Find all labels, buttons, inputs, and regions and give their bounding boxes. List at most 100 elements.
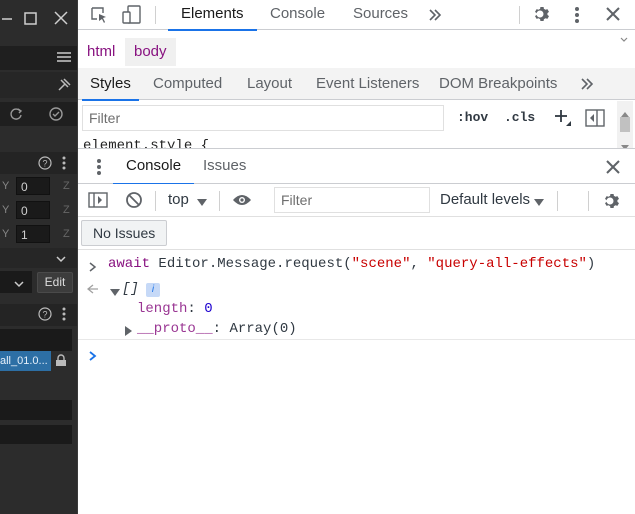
breadcrumb-body[interactable]: body [125, 38, 176, 66]
tab-label: Elements [181, 5, 244, 22]
axis-label: Y [2, 228, 10, 240]
device-toolbar-icon[interactable] [122, 5, 142, 28]
more-tabs-icon[interactable] [580, 77, 594, 94]
tab-label: Styles [90, 75, 131, 92]
prop-value: 0 [204, 301, 213, 317]
editor-side-panel: ? Y 0 Z Y 0 Z Y 1 Z Edit ? all_01.0... [0, 0, 77, 514]
new-style-rule-icon[interactable] [554, 109, 572, 130]
prop-key: __proto__ [137, 321, 213, 337]
info-icon[interactable]: i [146, 283, 160, 297]
breadcrumb: html body [78, 38, 635, 68]
show-sidebar-icon[interactable] [88, 191, 108, 212]
expand-triangle-icon[interactable] [110, 284, 120, 300]
issues-bar: No Issues [78, 217, 635, 250]
console-message-group: await Editor.Message.request("scene", "q… [78, 251, 635, 340]
no-issues-button[interactable]: No Issues [81, 220, 168, 246]
console-toolbar: top Filter Default levels [78, 184, 635, 217]
dropdown-arrow-icon [197, 194, 207, 211]
maximize-icon[interactable] [24, 12, 37, 28]
console-prompt[interactable] [78, 341, 635, 365]
help-icon[interactable]: ? [38, 307, 52, 324]
drawer-menu-icon[interactable] [97, 158, 101, 179]
number-field[interactable]: 0 [16, 201, 50, 219]
menu-icon[interactable] [57, 51, 71, 66]
breadcrumb-html[interactable]: html [78, 38, 124, 66]
chevron-down-icon[interactable] [14, 277, 24, 291]
edit-button[interactable]: Edit [37, 272, 73, 293]
tab-label: Console [126, 157, 182, 174]
tab-elements[interactable]: Elements [168, 0, 257, 31]
tab-computed[interactable]: Computed [153, 68, 222, 100]
styles-toolbar: Filter :hov .cls [78, 101, 623, 134]
inspect-element-icon[interactable] [90, 6, 108, 27]
more-tabs-icon[interactable] [428, 8, 442, 25]
expression-call: Editor.Message.request( [150, 256, 352, 272]
number-field[interactable]: 0 [16, 177, 50, 195]
tab-styles[interactable]: Styles [82, 68, 139, 101]
levels-label: Default levels [440, 191, 531, 208]
context-select[interactable]: top [168, 191, 207, 208]
refresh-icon[interactable] [9, 107, 23, 124]
prop-key: length [137, 301, 188, 317]
clear-console-icon[interactable] [125, 191, 143, 212]
collapse-triangle-icon[interactable] [125, 323, 132, 339]
tab-event-listeners[interactable]: Event Listeners [316, 68, 419, 100]
lock-icon[interactable] [55, 354, 67, 370]
tab-layout[interactable]: Layout [247, 68, 292, 100]
console-settings-gear-icon[interactable] [602, 191, 622, 214]
await-keyword: await [108, 256, 151, 272]
hov-button[interactable]: :hov [457, 110, 488, 125]
devtools-main-tabbar: Elements Console Sources [78, 0, 635, 31]
input-chevron-icon [89, 259, 97, 275]
close-window-icon[interactable] [54, 11, 68, 28]
array-length-row: length: 0 [137, 301, 213, 317]
svg-text:?: ? [42, 159, 47, 169]
pin-icon[interactable] [57, 78, 71, 95]
prop-value: Array(0) [229, 321, 297, 337]
element-style-selector: element.style { [83, 138, 210, 148]
string-arg: "scene" [351, 256, 411, 272]
result-array-label[interactable]: [] [122, 281, 139, 297]
string-arg: "query-all-effects" [427, 256, 587, 272]
minimize-icon[interactable] [2, 11, 12, 28]
result-arrow-icon [86, 281, 99, 297]
more-vert-icon[interactable] [62, 156, 66, 173]
live-expression-eye-icon[interactable] [232, 193, 252, 210]
axis-label: Y [2, 180, 10, 192]
svg-text:?: ? [42, 310, 47, 320]
tab-dom-breakpoints[interactable]: DOM Breakpoints [439, 68, 557, 100]
context-label: top [168, 191, 189, 208]
styles-filter-input[interactable]: Filter [82, 105, 444, 131]
close-drawer-icon[interactable] [606, 160, 620, 177]
asset-field[interactable]: all_01.0... [0, 351, 51, 371]
more-vert-icon[interactable] [62, 307, 66, 324]
axis-label: Z [63, 204, 70, 216]
drawer-tabbar: Console Issues [78, 148, 635, 185]
toggle-sidebar-icon[interactable] [585, 109, 605, 130]
array-proto-row[interactable]: __proto__: Array(0) [137, 321, 297, 337]
log-levels-select[interactable]: Default levels [440, 191, 544, 208]
axis-label: Z [63, 228, 70, 240]
close-devtools-icon[interactable] [606, 7, 620, 24]
chevron-down-icon[interactable] [56, 252, 66, 266]
console-input-line[interactable]: await Editor.Message.request("scene", "q… [108, 256, 595, 272]
styles-subtabbar: Styles Computed Layout Event Listeners D… [78, 68, 635, 101]
check-circle-icon[interactable] [48, 106, 64, 125]
help-icon[interactable]: ? [38, 156, 52, 173]
element-style-rule: element.style { [78, 134, 623, 148]
tab-console[interactable]: Console [268, 0, 327, 30]
tab-drawer-issues[interactable]: Issues [201, 152, 248, 182]
cls-button[interactable]: .cls [504, 110, 535, 125]
tab-sources[interactable]: Sources [351, 0, 410, 30]
dropdown-arrow-icon [534, 194, 544, 211]
settings-gear-icon[interactable] [532, 4, 552, 27]
more-vert-icon[interactable] [575, 6, 579, 27]
console-filter-input[interactable]: Filter [274, 187, 430, 213]
expression-close: ) [586, 256, 596, 272]
number-field[interactable]: 1 [16, 225, 50, 243]
tab-drawer-console[interactable]: Console [113, 152, 195, 185]
prompt-chevron-icon [89, 348, 97, 364]
axis-label: Z [63, 180, 70, 192]
axis-label: Y [2, 204, 10, 216]
arg-separator: , [410, 256, 428, 272]
